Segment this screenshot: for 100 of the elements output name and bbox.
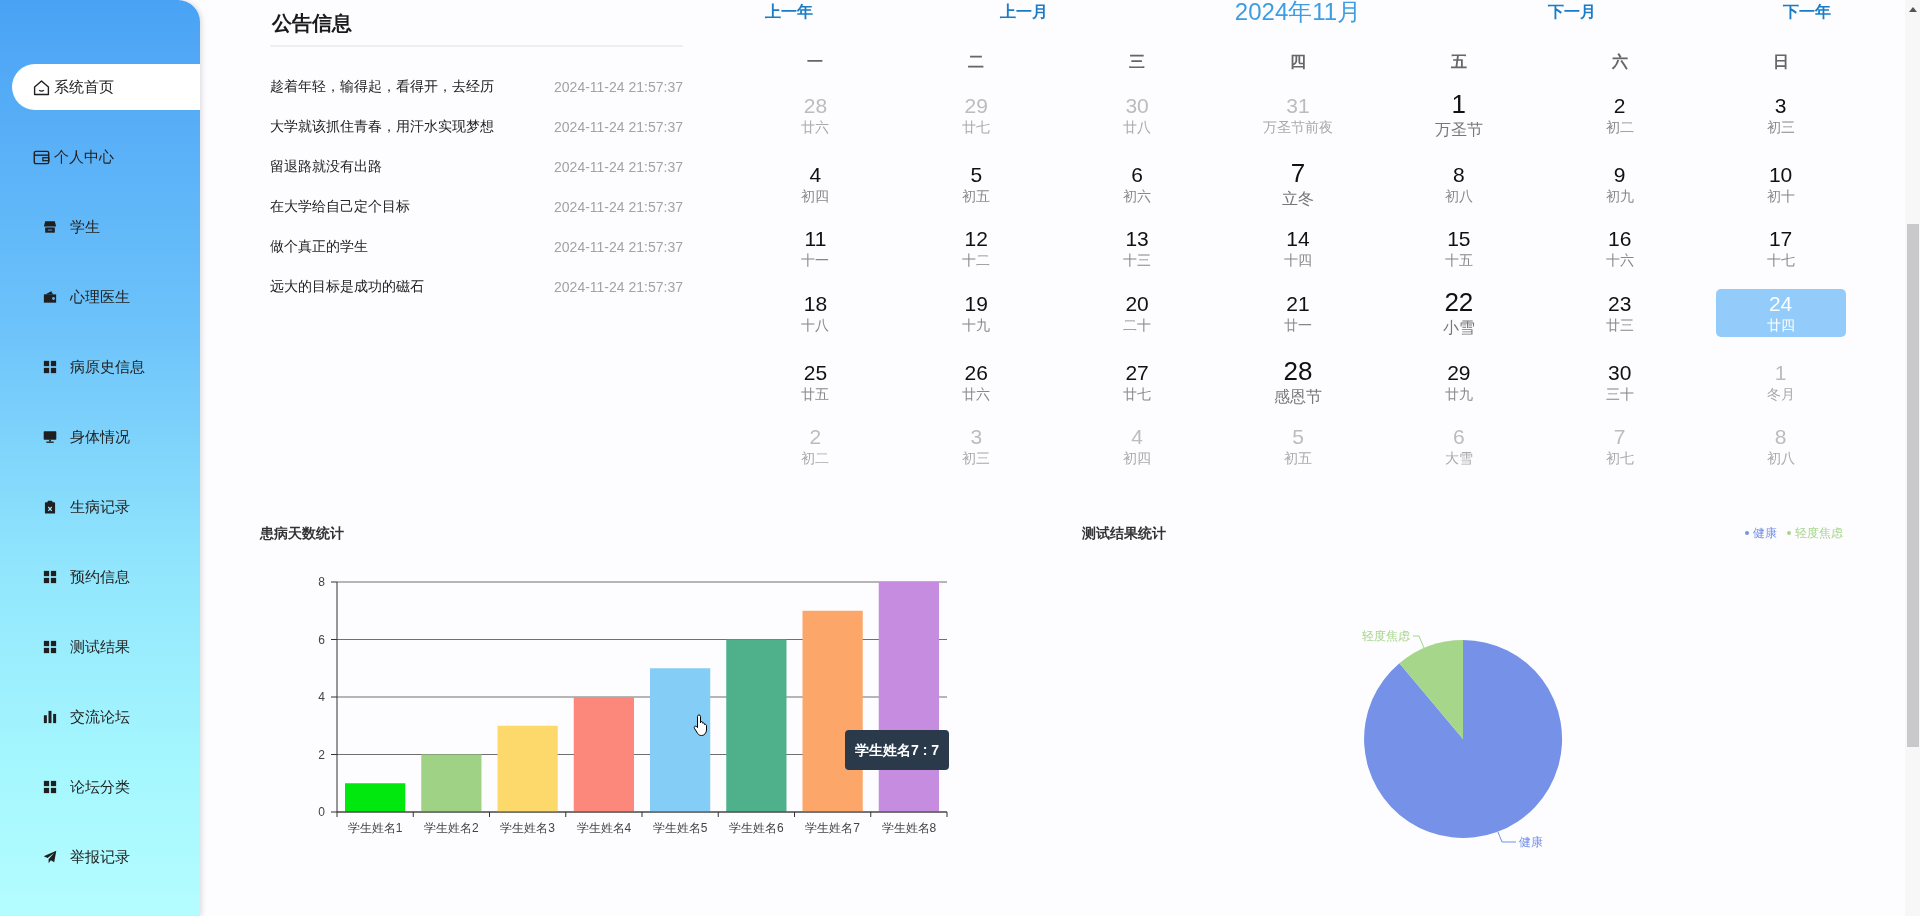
shop-icon: [43, 220, 57, 234]
calendar-day[interactable]: 2 初二: [1554, 90, 1685, 139]
grid-icon: [43, 570, 57, 584]
calendar-day[interactable]: 6 初六: [1072, 159, 1203, 208]
slice-label: 健康: [1519, 835, 1543, 849]
sidebar-item[interactable]: 身体情况: [12, 414, 200, 460]
calendar-day[interactable]: 13 十三: [1072, 224, 1203, 272]
calendar-day[interactable]: 3 初三: [1715, 90, 1846, 139]
wallet-icon: [33, 148, 50, 166]
notice-link[interactable]: 留退路就没有出路: [270, 158, 382, 176]
sidebar-item[interactable]: 心理医生: [12, 274, 200, 320]
clipboard-icon: [43, 500, 57, 514]
notice-link[interactable]: 趁着年轻，输得起，看得开，去经历: [270, 78, 494, 96]
weekday-label: 三: [1129, 52, 1146, 72]
scrollbar-thumb[interactable]: [1906, 224, 1919, 747]
calendar-day[interactable]: 25 廿五: [750, 357, 881, 406]
calendar-day[interactable]: 23 廿三: [1554, 288, 1685, 337]
axis-label: 学生姓名6: [729, 821, 784, 835]
sidebar-item[interactable]: 交流论坛: [12, 694, 200, 740]
calendar-day[interactable]: 7 立冬: [1233, 155, 1363, 212]
scroll-up-icon[interactable]: [1908, 7, 1917, 12]
calendar-day[interactable]: 16 十六: [1554, 224, 1685, 272]
pie-slice[interactable]: [1364, 640, 1563, 838]
sidebar-item[interactable]: 生病记录: [12, 484, 200, 530]
calendar-day[interactable]: 8 初八: [1393, 159, 1524, 208]
axis-label: 学生姓名3: [500, 821, 555, 835]
axis-label: 学生姓名8: [881, 821, 937, 835]
monitor-icon: [43, 430, 57, 444]
axis-label: 学生姓名2: [424, 821, 479, 835]
notice-date: 2024-11-24 21:57:37: [554, 199, 683, 215]
sidebar-item[interactable]: 学生: [12, 204, 200, 250]
notice-date: 2024-11-24 21:57:37: [554, 279, 683, 295]
grid-icon: [43, 360, 57, 374]
slice-label: 轻度焦虑: [1362, 629, 1410, 643]
scrollbar[interactable]: [1905, 0, 1920, 916]
calendar-day[interactable]: 9 初九: [1554, 159, 1685, 208]
sidebar-item[interactable]: 预约信息: [12, 554, 200, 600]
axis-label: 4: [318, 690, 325, 704]
calendar-day[interactable]: 1 万圣节: [1393, 86, 1524, 143]
calendar-day[interactable]: 11 十一: [750, 224, 881, 272]
paper-plane-icon: [43, 850, 57, 864]
sidebar-item[interactable]: 测试结果: [12, 624, 200, 670]
calendar-day[interactable]: 19 十九: [911, 288, 1042, 337]
calendar-day[interactable]: 14 十四: [1233, 224, 1363, 272]
axis-label: 学生姓名5: [652, 821, 708, 835]
notice-date: 2024-11-24 21:57:37: [554, 79, 683, 95]
chart-title: 测试结果统计: [1082, 524, 1166, 542]
calendar-day[interactable]: 12 十二: [911, 224, 1042, 272]
weekday-label: 二: [968, 52, 985, 72]
calendar-day[interactable]: 4 初四: [750, 159, 881, 208]
calendar-day[interactable]: 28 感恩节: [1233, 353, 1363, 410]
notice-link[interactable]: 做个真正的学生: [270, 238, 368, 256]
notice-link[interactable]: 在大学给自己定个目标: [270, 198, 410, 216]
sidebar-item[interactable]: 举报记录: [12, 834, 200, 880]
notice-date: 2024-11-24 21:57:37: [554, 239, 683, 255]
calendar-day[interactable]: 27 廿七: [1072, 357, 1203, 406]
calendar-day[interactable]: 22 小雪: [1393, 284, 1524, 341]
home-icon: [33, 78, 50, 96]
chart-title: 患病天数统计: [260, 524, 344, 542]
calendar-day[interactable]: 17 十七: [1715, 224, 1846, 272]
calendar-nav-link[interactable]: 下一年: [1783, 1, 1831, 23]
grid-icon: [43, 640, 57, 654]
axis-label: 学生姓名7: [805, 821, 860, 835]
notice-link[interactable]: 大学就该抓住青春，用汗水实现梦想: [270, 118, 494, 136]
calendar-day[interactable]: 20 二十: [1072, 288, 1203, 337]
axis-label: 8: [318, 575, 325, 589]
chart-tooltip: 学生姓名7 : 7: [845, 730, 949, 770]
calendar-month-title: 2024年11月: [1234, 0, 1362, 26]
axis-label: 2: [318, 747, 325, 762]
weekday-label: 六: [1611, 52, 1628, 72]
axis-label: 学生姓名1: [347, 821, 403, 835]
bar-chart-icon: [43, 710, 57, 724]
axis-label: 0: [318, 805, 325, 819]
notice-heading: 公告信息: [272, 11, 352, 36]
notice-date: 2024-11-24 21:57:37: [554, 119, 683, 135]
calendar-nav-link[interactable]: 下一月: [1548, 1, 1597, 23]
sidebar-item[interactable]: 病原史信息: [12, 344, 200, 390]
sidebar-item[interactable]: 系统首页: [12, 64, 200, 110]
calendar-day[interactable]: 21 廿一: [1233, 288, 1363, 337]
calendar-day[interactable]: 29 廿九: [1393, 357, 1524, 406]
sidebar-item[interactable]: 个人中心: [12, 134, 200, 180]
weekday-label: 日: [1772, 52, 1789, 72]
weekday-label: 一: [807, 52, 824, 72]
calendar-day[interactable]: 18 十八: [750, 288, 881, 337]
calendar-nav-link[interactable]: 上一月: [999, 1, 1048, 23]
pie-slice[interactable]: [1399, 640, 1463, 739]
calendar-day[interactable]: 26 廿六: [911, 357, 1042, 406]
wallet-icon: [43, 290, 57, 304]
axis-label: 学生姓名4: [576, 821, 632, 835]
notice-link[interactable]: 远大的目标是成功的磁石: [270, 278, 424, 296]
weekday-label: 五: [1450, 52, 1467, 72]
calendar-nav-link[interactable]: 上一年: [765, 1, 813, 23]
notice-date: 2024-11-24 21:57:37: [554, 159, 683, 175]
calendar-day[interactable]: 10 初十: [1715, 159, 1846, 208]
calendar-day[interactable]: 30 三十: [1554, 357, 1685, 406]
calendar-day[interactable]: 15 十五: [1393, 224, 1524, 272]
calendar-day[interactable]: 5 初五: [911, 159, 1042, 208]
leader-line: [1497, 831, 1517, 843]
sidebar-item[interactable]: 论坛分类: [12, 764, 200, 810]
grid-icon: [43, 780, 57, 794]
